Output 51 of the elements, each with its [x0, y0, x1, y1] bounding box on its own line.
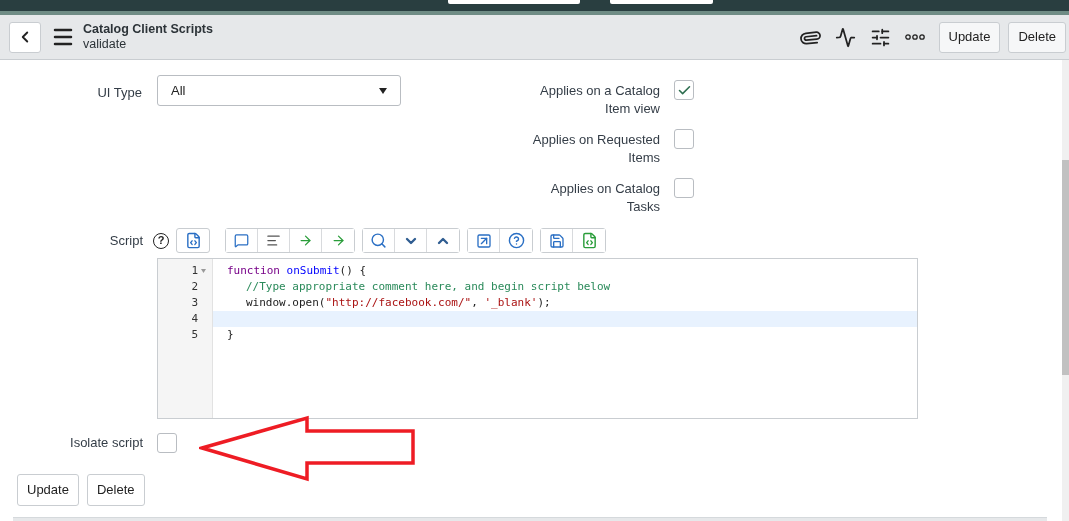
- header-button[interactable]: Delete: [1008, 21, 1066, 53]
- toolbar-button[interactable]: [468, 229, 500, 252]
- expand-icon: [475, 232, 492, 249]
- sliders-icon[interactable]: [869, 26, 891, 48]
- help-icon: [507, 232, 525, 249]
- code-line: //Type appropriate comment here, and begin script below: [245, 279, 612, 295]
- more-icon[interactable]: [904, 34, 925, 40]
- field-label: Isolate script: [69, 434, 143, 453]
- field-label: Script: [108, 231, 143, 250]
- code-line: function onSubmit() {: [226, 263, 368, 279]
- line-number: 4: [191, 311, 198, 327]
- replace-all-icon: [330, 233, 346, 248]
- code-editor[interactable]: 1 2 3 4 5 function onSubmit() { //Type appropriate comment here, and begin script below window.open("http://facebook.com/", '_blank'); }: [157, 258, 918, 419]
- activity-icon[interactable]: [834, 26, 856, 48]
- save-icon: [548, 232, 565, 249]
- toolbar-button[interactable]: [363, 229, 395, 252]
- header-button[interactable]: Update: [938, 21, 1001, 53]
- back-button[interactable]: [9, 21, 41, 53]
- top-field[interactable]: [610, 0, 713, 4]
- replace-icon: [298, 233, 313, 248]
- toolbar-button[interactable]: [226, 229, 258, 252]
- dropdown-caret-icon: [379, 87, 387, 94]
- code-line: window.open("http://facebook.com/", '_blank');: [245, 295, 552, 311]
- form-button[interactable]: Update: [17, 474, 79, 506]
- form-title: Catalog Client Scripts: [83, 22, 213, 37]
- toolbar-button[interactable]: [176, 228, 210, 253]
- select-field[interactable]: All: [157, 75, 401, 106]
- toolbar-button[interactable]: [541, 229, 573, 252]
- comment-icon: [234, 233, 249, 248]
- code-line: }: [226, 327, 235, 343]
- line-number: 1: [191, 263, 198, 279]
- line-number: 5: [191, 327, 198, 343]
- checkbox[interactable]: [674, 178, 694, 198]
- script-check-icon: [580, 232, 598, 249]
- field-label: Applies on a Catalog Item view: [539, 82, 660, 118]
- search-icon: [370, 232, 387, 249]
- checkbox[interactable]: [674, 129, 694, 149]
- field-label: Applies on Requested Items: [531, 131, 660, 167]
- line-number: 3: [191, 295, 198, 311]
- line-number: 2: [191, 279, 198, 295]
- scrollbar[interactable]: [1062, 60, 1069, 521]
- field-label: Applies on Catalog Tasks: [549, 180, 660, 216]
- fold-caret-icon[interactable]: [200, 269, 206, 273]
- record-name: validate: [83, 37, 128, 52]
- field-label: UI Type: [96, 84, 143, 102]
- top-field[interactable]: [448, 0, 580, 4]
- checkbox[interactable]: [157, 433, 177, 453]
- checkbox[interactable]: [674, 80, 694, 100]
- script-icon: [184, 232, 202, 249]
- format-icon: [266, 233, 281, 248]
- form-button[interactable]: Delete: [86, 474, 145, 506]
